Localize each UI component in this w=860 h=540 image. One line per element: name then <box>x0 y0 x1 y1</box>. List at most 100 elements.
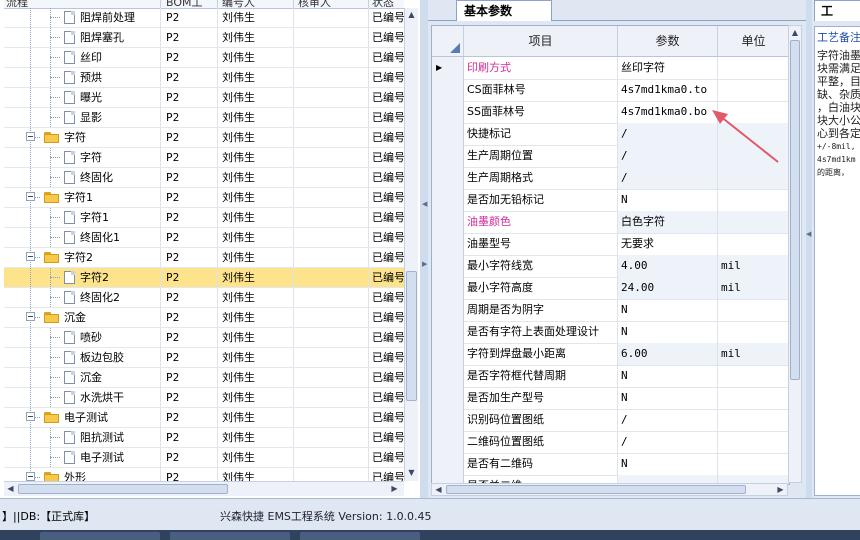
row-selector[interactable] <box>432 277 464 299</box>
col-header-unit[interactable]: 单位 <box>718 26 789 56</box>
row-selector[interactable] <box>432 431 464 453</box>
row-selector[interactable] <box>432 167 464 189</box>
param-value-cell[interactable]: N <box>618 387 718 409</box>
tree-row[interactable]: 水洗烘干 P2 刘伟生 已编号 <box>4 388 404 408</box>
tree-row[interactable]: 终固化 P2 刘伟生 已编号 <box>4 168 404 188</box>
tree-row[interactable]: 字符 P2 刘伟生 已编号 <box>4 128 404 148</box>
collapse-toggle-icon[interactable] <box>26 132 35 141</box>
collapse-toggle-icon[interactable] <box>26 312 35 321</box>
row-selector[interactable] <box>432 123 464 145</box>
row-selector[interactable] <box>432 409 464 431</box>
tab-process-notes[interactable]: 工 <box>814 0 860 21</box>
tree-row[interactable]: 丝印 P2 刘伟生 已编号 <box>4 48 404 68</box>
param-value-cell[interactable]: 4.00 <box>618 255 718 277</box>
notes-box[interactable]: 工艺备注 字符油墨 块需满足 平整，目 缺、杂质 ，白油块 块大小公 心到各定 +/-8mil… <box>814 26 860 496</box>
splitter[interactable]: ◀ ▶ <box>420 0 428 498</box>
row-selector[interactable] <box>432 145 464 167</box>
param-row[interactable]: 是否有字符上表面处理设计 N <box>432 321 789 344</box>
collapse-toggle-icon[interactable] <box>26 472 35 481</box>
tab-basic-params[interactable]: 基本参数 <box>456 0 552 21</box>
param-value-cell[interactable]: 6.00 <box>618 343 718 365</box>
collapse-icon[interactable]: ◀ <box>806 230 811 238</box>
tree-row[interactable]: 字符1 P2 刘伟生 已编号 <box>4 208 404 228</box>
tree-row[interactable]: 字符1 P2 刘伟生 已编号 <box>4 188 404 208</box>
param-value-cell[interactable]: 4s7md1kma0.to <box>618 79 718 101</box>
tree-row[interactable]: 字符2 P2 刘伟生 已编号 <box>4 248 404 268</box>
param-value-cell[interactable]: 4s7md1kma0.bo <box>618 101 718 123</box>
tree-row[interactable]: 沉金 P2 刘伟生 已编号 <box>4 368 404 388</box>
taskbar-button[interactable] <box>170 532 290 540</box>
tree-vertical-scrollbar[interactable]: ▲ ▼ <box>404 8 418 481</box>
collapse-toggle-icon[interactable] <box>26 192 35 201</box>
param-value-cell[interactable]: N <box>618 321 718 343</box>
scroll-down-icon[interactable]: ▼ <box>405 466 418 479</box>
row-selector[interactable] <box>432 79 464 101</box>
row-selector[interactable] <box>432 233 464 255</box>
param-row[interactable]: 二维码位置图纸 / <box>432 431 789 454</box>
taskbar-button[interactable] <box>40 532 160 540</box>
param-value-cell[interactable]: N <box>618 299 718 321</box>
param-value-cell[interactable]: / <box>618 409 718 431</box>
collapse-left-icon[interactable]: ◀ <box>422 200 427 208</box>
row-selector[interactable] <box>432 343 464 365</box>
scroll-left-icon[interactable]: ◀ <box>4 482 17 495</box>
param-value-cell[interactable]: 白色字符 <box>618 211 718 233</box>
param-row[interactable]: 字符到焊盘最小距离 6.00 mil <box>432 343 789 366</box>
scroll-thumb[interactable] <box>790 40 800 380</box>
tree-row[interactable]: 终固化1 P2 刘伟生 已编号 <box>4 228 404 248</box>
row-selector[interactable] <box>432 211 464 233</box>
row-selector[interactable] <box>432 101 464 123</box>
grid-vertical-scrollbar[interactable]: ▲ <box>788 25 802 483</box>
param-value-cell[interactable]: / <box>618 431 718 453</box>
scroll-up-icon[interactable]: ▲ <box>405 8 418 21</box>
param-value-cell[interactable]: 无要求 <box>618 233 718 255</box>
row-selector[interactable] <box>432 299 464 321</box>
tree-row[interactable]: 阻抗测试 P2 刘伟生 已编号 <box>4 428 404 448</box>
tree-row[interactable]: 阻焊前处理 P2 刘伟生 已编号 <box>4 8 404 28</box>
row-selector[interactable] <box>432 255 464 277</box>
row-selector[interactable] <box>432 365 464 387</box>
tree-horizontal-scrollbar[interactable]: ◀ ▶ <box>4 481 404 496</box>
tree-row[interactable]: 显影 P2 刘伟生 已编号 <box>4 108 404 128</box>
tree-row[interactable]: 阻焊塞孔 P2 刘伟生 已编号 <box>4 28 404 48</box>
param-row[interactable]: CS面菲林号 4s7md1kma0.to <box>432 79 789 102</box>
collapse-toggle-icon[interactable] <box>26 252 35 261</box>
row-selector[interactable] <box>432 189 464 211</box>
param-value-cell[interactable]: N <box>618 453 718 475</box>
param-row[interactable]: 油墨型号 无要求 <box>432 233 789 256</box>
param-row[interactable]: 是否加生产型号 N <box>432 387 789 410</box>
collapse-toggle-icon[interactable] <box>26 412 35 421</box>
tree-row[interactable]: 电子测试 P2 刘伟生 已编号 <box>4 448 404 468</box>
tree-row[interactable]: 沉金 P2 刘伟生 已编号 <box>4 308 404 328</box>
scroll-up-icon[interactable]: ▲ <box>789 26 801 39</box>
param-row[interactable]: 是否有二维码 N <box>432 453 789 476</box>
tree-row[interactable]: 曝光 P2 刘伟生 已编号 <box>4 88 404 108</box>
param-value-cell[interactable]: 丝印字符 <box>618 57 718 79</box>
tree-row[interactable]: 字符 P2 刘伟生 已编号 <box>4 148 404 168</box>
param-row[interactable]: 是否字符框代替周期 N <box>432 365 789 388</box>
collapse-right-icon[interactable]: ▶ <box>422 260 427 268</box>
scroll-thumb[interactable] <box>446 485 746 494</box>
tree-row[interactable]: 板边包胶 P2 刘伟生 已编号 <box>4 348 404 368</box>
row-selector[interactable]: ▶ <box>432 57 464 79</box>
param-value-cell[interactable]: / <box>618 167 718 189</box>
param-row[interactable]: 最小字符高度 24.00 mil <box>432 277 789 300</box>
param-value-cell[interactable]: / <box>618 145 718 167</box>
scroll-right-icon[interactable]: ▶ <box>388 482 401 495</box>
row-selector[interactable] <box>432 321 464 343</box>
tree-row[interactable]: 预烘 P2 刘伟生 已编号 <box>4 68 404 88</box>
param-value-cell[interactable]: N <box>618 189 718 211</box>
taskbar-button[interactable] <box>300 532 420 540</box>
tree-row[interactable]: 字符2 P2 刘伟生 已编号 <box>4 268 404 288</box>
tree-row[interactable]: 外形 P2 刘伟生 已编号 <box>4 468 404 481</box>
param-value-cell[interactable]: / <box>618 123 718 145</box>
param-row[interactable]: ▶ 印刷方式 丝印字符 <box>432 57 789 80</box>
row-selector-header[interactable] <box>432 26 464 56</box>
row-selector[interactable] <box>432 453 464 475</box>
scroll-left-icon[interactable]: ◀ <box>432 484 445 495</box>
param-row[interactable]: 最小字符线宽 4.00 mil <box>432 255 789 278</box>
scroll-thumb[interactable] <box>18 484 228 494</box>
scroll-right-icon[interactable]: ▶ <box>774 484 787 495</box>
col-header-item[interactable]: 项目 <box>464 26 618 56</box>
tree-row[interactable]: 电子测试 P2 刘伟生 已编号 <box>4 408 404 428</box>
